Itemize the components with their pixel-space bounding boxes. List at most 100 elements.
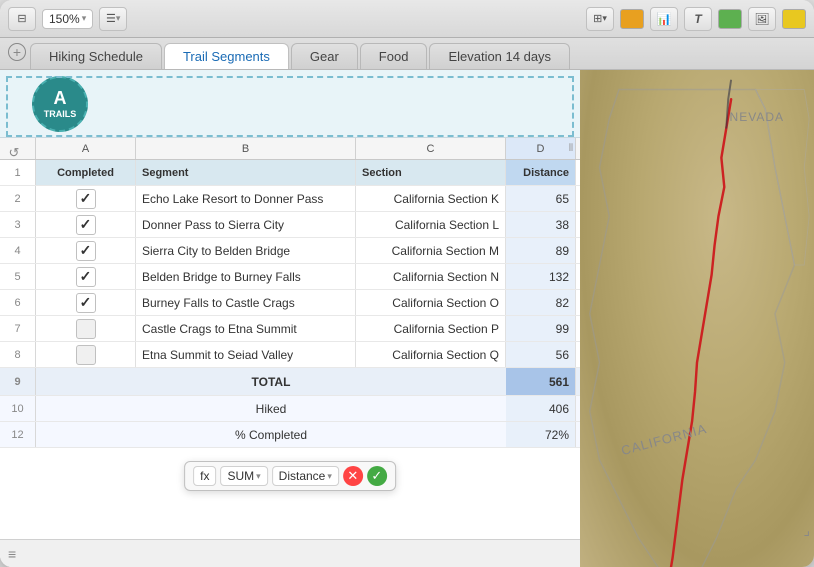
table-header-row: 1 Completed Segment Section Distance	[0, 160, 580, 186]
chart-button[interactable]: 📊	[650, 7, 678, 31]
checkbox-5[interactable]: ✓	[76, 267, 96, 287]
add-sheet-button[interactable]: +	[8, 43, 26, 61]
cell-segment-5[interactable]: Belden Bridge to Burney Falls	[136, 264, 356, 289]
func-chevron-icon: ▾	[256, 471, 261, 482]
tab-trail-segments[interactable]: Trail Segments	[164, 43, 289, 69]
tab-food[interactable]: Food	[360, 43, 428, 69]
app-window: ⊟ 150% ▾ ☰ ▾ ⊞ ▾ 📊 T	[0, 0, 814, 567]
table-row[interactable]: 3 ✓ Donner Pass to Sierra City Californi…	[0, 212, 580, 238]
cell-total-label[interactable]: TOTAL	[36, 368, 506, 395]
cell-distance-6[interactable]: 82	[506, 290, 576, 315]
cell-completed-7[interactable]	[36, 316, 136, 341]
formula-field-selector[interactable]: Distance ▾	[272, 466, 339, 486]
cell-distance-8[interactable]: 56	[506, 342, 576, 367]
left-sidebar: ↺	[0, 138, 28, 168]
image-icon: 🖼	[754, 12, 769, 26]
formula-fx-button[interactable]: fx	[193, 466, 216, 486]
checkbox-6[interactable]: ✓	[76, 293, 96, 313]
table-row[interactable]: 7 Castle Crags to Etna Summit California…	[0, 316, 580, 342]
header-distance[interactable]: Distance	[506, 160, 576, 185]
table-row[interactable]: 5 ✓ Belden Bridge to Burney Falls Califo…	[0, 264, 580, 290]
table-row[interactable]: 8 Etna Summit to Seiad Valley California…	[0, 342, 580, 368]
checkbox-7[interactable]	[76, 319, 96, 339]
cell-pct-value[interactable]: 72%	[506, 422, 576, 447]
toolbar: ⊟ 150% ▾ ☰ ▾ ⊞ ▾ 📊 T	[0, 0, 814, 38]
image-button[interactable]: 🖼	[748, 7, 776, 31]
cell-segment-8[interactable]: Etna Summit to Seiad Valley	[136, 342, 356, 367]
total-row[interactable]: 9 TOTAL 561	[0, 368, 580, 396]
col-resize-handle-d[interactable]: ⦀	[567, 138, 575, 159]
logo-text: TRAILS	[44, 109, 77, 119]
col-header-c[interactable]: C	[356, 138, 506, 159]
cell-completed-3[interactable]: ✓	[36, 212, 136, 237]
cell-segment-4[interactable]: Sierra City to Belden Bridge	[136, 238, 356, 263]
hiked-row[interactable]: 10 Hiked 406	[0, 396, 580, 422]
sheet-bottom: ≡	[0, 539, 580, 567]
cell-segment-2[interactable]: Echo Lake Resort to Donner Pass	[136, 186, 356, 211]
tab-elevation[interactable]: Elevation 14 days	[429, 43, 570, 69]
formula-confirm-button[interactable]: ✓	[367, 466, 387, 486]
zoom-chevron-icon: ▾	[82, 13, 87, 24]
insert-button[interactable]: ⊞ ▾	[586, 7, 614, 31]
cell-hiked-distance[interactable]: 406	[506, 396, 576, 421]
header-section[interactable]: Section	[356, 160, 506, 185]
cell-total-distance[interactable]: 561	[506, 368, 576, 395]
checkbox-2[interactable]: ✓	[76, 189, 96, 209]
dashed-border	[6, 76, 574, 137]
sheet-options-icon[interactable]: ≡	[8, 546, 16, 562]
resize-corner-icon[interactable]: ⌟	[803, 522, 810, 539]
cell-segment-7[interactable]: Castle Crags to Etna Summit	[136, 316, 356, 341]
cell-distance-7[interactable]: 99	[506, 316, 576, 341]
cell-hiked-label[interactable]: Hiked	[36, 396, 506, 421]
checkbox-3[interactable]: ✓	[76, 215, 96, 235]
cell-segment-3[interactable]: Donner Pass to Sierra City	[136, 212, 356, 237]
row-num-6: 6	[0, 290, 36, 315]
cell-distance-3[interactable]: 38	[506, 212, 576, 237]
pct-completed-row[interactable]: 12 % Completed 72%	[0, 422, 580, 448]
checkbox-4[interactable]: ✓	[76, 241, 96, 261]
tab-gear[interactable]: Gear	[291, 43, 358, 69]
col-header-d[interactable]: D ⦀	[506, 138, 576, 159]
cell-section-7[interactable]: California Section P	[356, 316, 506, 341]
header-segment[interactable]: Segment	[136, 160, 356, 185]
checkbox-8[interactable]	[76, 345, 96, 365]
cell-completed-4[interactable]: ✓	[36, 238, 136, 263]
map-background: NEVADA CALIFORNIA	[580, 70, 814, 567]
cell-completed-5[interactable]: ✓	[36, 264, 136, 289]
cell-section-4[interactable]: California Section M	[356, 238, 506, 263]
cell-segment-6[interactable]: Burney Falls to Castle Crags	[136, 290, 356, 315]
cell-section-2[interactable]: California Section K	[356, 186, 506, 211]
zoom-control[interactable]: 150% ▾	[42, 9, 93, 29]
view-toggle-button[interactable]: ⊟	[8, 7, 36, 31]
func-label: SUM	[227, 469, 254, 483]
text-button[interactable]: T	[684, 7, 712, 31]
refresh-icon[interactable]: ↺	[3, 142, 25, 164]
list-chevron-icon: ▾	[116, 13, 121, 24]
color-picker-yellow[interactable]	[782, 9, 806, 29]
cell-distance-2[interactable]: 65	[506, 186, 576, 211]
table-row[interactable]: 2 ✓ Echo Lake Resort to Donner Pass Cali…	[0, 186, 580, 212]
cell-completed-6[interactable]: ✓	[36, 290, 136, 315]
col-header-a[interactable]: A	[36, 138, 136, 159]
cell-section-6[interactable]: California Section O	[356, 290, 506, 315]
table-row[interactable]: 6 ✓ Burney Falls to Castle Crags Califor…	[0, 290, 580, 316]
col-header-b[interactable]: B	[136, 138, 356, 159]
cell-distance-4[interactable]: 89	[506, 238, 576, 263]
tab-hiking-schedule[interactable]: Hiking Schedule	[30, 43, 162, 69]
formula-func-selector[interactable]: SUM ▾	[220, 466, 267, 486]
cell-distance-5[interactable]: 132	[506, 264, 576, 289]
cell-pct-label[interactable]: % Completed	[36, 422, 506, 447]
cell-completed-8[interactable]	[36, 342, 136, 367]
header-completed[interactable]: Completed	[36, 160, 136, 185]
color-picker-green[interactable]	[718, 9, 742, 29]
trail-logo: A TRAILS	[32, 76, 88, 132]
cell-section-3[interactable]: California Section L	[356, 212, 506, 237]
table-row[interactable]: 4 ✓ Sierra City to Belden Bridge Califor…	[0, 238, 580, 264]
field-label: Distance	[279, 469, 326, 483]
formula-cancel-button[interactable]: ✕	[343, 466, 363, 486]
cell-section-8[interactable]: California Section Q	[356, 342, 506, 367]
cell-completed-2[interactable]: ✓	[36, 186, 136, 211]
list-view-button[interactable]: ☰ ▾	[99, 7, 127, 31]
cell-section-5[interactable]: California Section N	[356, 264, 506, 289]
color-picker-orange[interactable]	[620, 9, 644, 29]
